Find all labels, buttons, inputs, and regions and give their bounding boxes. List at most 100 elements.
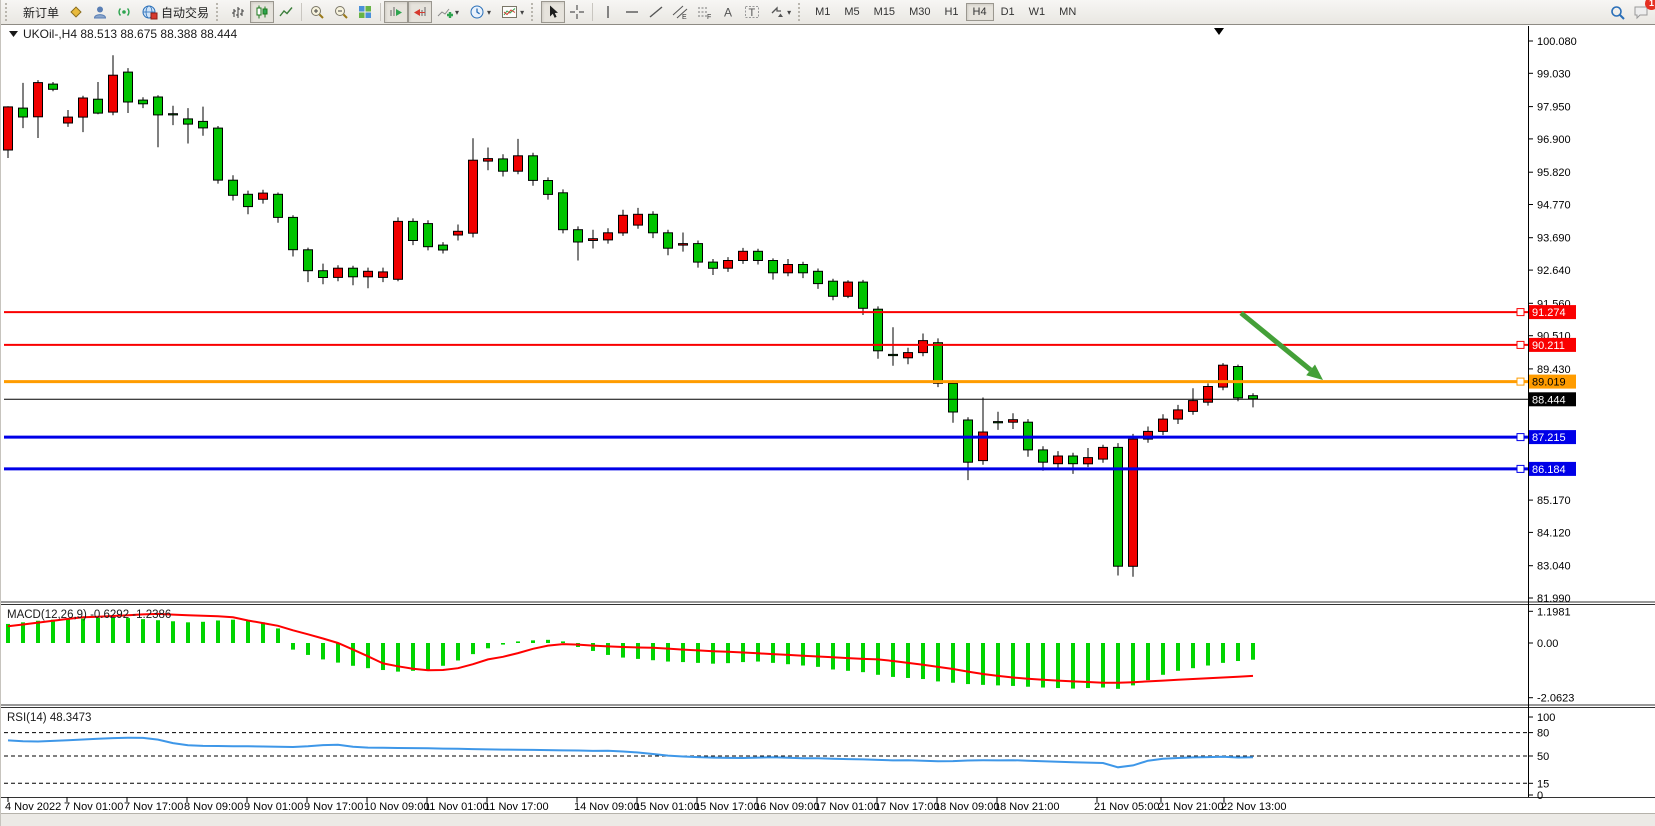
profile-button[interactable] [88,1,112,23]
indicators-button[interactable]: ▾ [432,1,464,23]
time-axis-label: 10 Nov 09:00 [364,801,429,813]
line-handle[interactable] [1517,434,1524,441]
search-button[interactable] [1605,1,1629,23]
time-axis-label: 18 Nov 21:00 [994,801,1059,813]
search-icon [1609,4,1626,21]
macd-axis-label: 0.00 [1537,638,1558,650]
time-axis-label: 18 Nov 09:00 [934,801,999,813]
autoscroll-button[interactable] [384,1,408,23]
toolbar-grip [798,3,805,21]
signals-button[interactable] [112,1,136,23]
candlestick [499,159,508,171]
timeframe-button-MN[interactable]: MN [1052,3,1083,21]
candlestick [514,156,523,171]
timeframe-button-D1[interactable]: D1 [994,3,1022,21]
main-chart-panel[interactable] [1,26,1528,602]
price-tag-label: 88.444 [1532,394,1566,406]
candlestick [694,244,703,263]
candlestick [259,193,268,199]
horizontal-line-icon [624,4,640,20]
line-handle[interactable] [1517,378,1524,385]
candlestick [829,281,838,296]
templates-button[interactable]: ▾ [496,1,529,23]
zoom-out-button[interactable] [329,1,353,23]
candlestick [169,114,178,115]
periods-button[interactable]: ▾ [464,1,496,23]
line-handle[interactable] [1517,341,1524,348]
timeframe-button-H1[interactable]: H1 [937,3,965,21]
candlestick-chart-button[interactable] [250,1,274,23]
toolbar-grip [531,3,538,21]
bar-chart-button[interactable] [226,1,250,23]
market-button[interactable] [64,1,88,23]
candlestick [649,214,658,233]
candlestick [469,160,478,233]
toolbar: 新订单 自动交易 [1,0,1655,25]
timeframe-button-M1[interactable]: M1 [808,3,837,21]
mt4-window: 新订单 自动交易 [0,0,1655,826]
tile-windows-button[interactable] [353,1,377,23]
candlestick [1039,450,1048,462]
candlestick [214,128,223,180]
rsi-axis-label: 80 [1537,728,1549,740]
candlestick [4,107,13,150]
timeframe-button-H4[interactable]: H4 [966,3,994,21]
zoom-in-button[interactable] [305,1,329,23]
candlestick [349,268,358,277]
candlestick [1249,396,1258,399]
new-order-button[interactable]: 新订单 [15,1,64,23]
indicators-plus-icon [437,4,453,20]
candlestick [1174,410,1183,419]
timeframe-button-M15[interactable]: M15 [867,3,902,21]
toolbar-separator [592,3,593,21]
gold-diamond-icon [68,4,84,20]
candlestick [634,214,643,225]
chart-shift-icon [412,4,428,20]
line-handle[interactable] [1517,465,1524,472]
candlestick [559,193,568,230]
candlestick [859,282,868,308]
text-label-button[interactable]: T [740,1,764,23]
line-chart-button[interactable] [274,1,298,23]
text-button[interactable]: A [716,1,740,23]
candlestick [949,383,958,412]
candlestick [484,159,493,162]
autotrade-button[interactable]: 自动交易 [136,1,214,23]
chart-shift-button[interactable] [408,1,432,23]
dropdown-arrow-icon: ▾ [787,8,791,17]
horizontal-line-button[interactable] [620,1,644,23]
trendline-button[interactable] [644,1,668,23]
candlestick [439,245,448,250]
line-handle[interactable] [1517,309,1524,316]
fibonacci-button[interactable]: F [692,1,716,23]
macd-panel[interactable] [1,605,1528,705]
autoscroll-icon [388,4,404,20]
candlestick [64,117,73,123]
candlestick [709,262,718,268]
crosshair-button[interactable] [565,1,589,23]
price-axis-label: 81.990 [1537,593,1571,605]
timeframe-button-W1[interactable]: W1 [1022,3,1053,21]
price-tag-label: 90.211 [1532,340,1565,352]
price-axis-label: 100.080 [1537,36,1577,48]
candlestick [79,98,88,117]
candlestick [19,108,28,117]
timeframe-button-M5[interactable]: M5 [837,3,866,21]
candlestick [244,194,253,206]
candlestick [304,250,313,271]
candlestick [679,244,688,246]
arrows-shapes-button[interactable]: ▾ [764,1,796,23]
candlestick [319,271,328,278]
chart-canvas[interactable]: 100.08099.03097.95096.90095.82094.77093.… [1,25,1655,826]
vertical-line-button[interactable] [596,1,620,23]
arrows-shapes-icon [769,4,785,20]
timeframe-button-M30[interactable]: M30 [902,3,937,21]
cursor-button[interactable] [541,1,565,23]
candlestick [334,268,343,277]
toolbar-grip [5,3,12,21]
candlestick [424,224,433,247]
equidistant-channel-button[interactable]: E [668,1,692,23]
time-axis-label: 17 Nov 17:00 [874,801,939,813]
candlestick [889,354,898,355]
candlestick [799,265,808,273]
